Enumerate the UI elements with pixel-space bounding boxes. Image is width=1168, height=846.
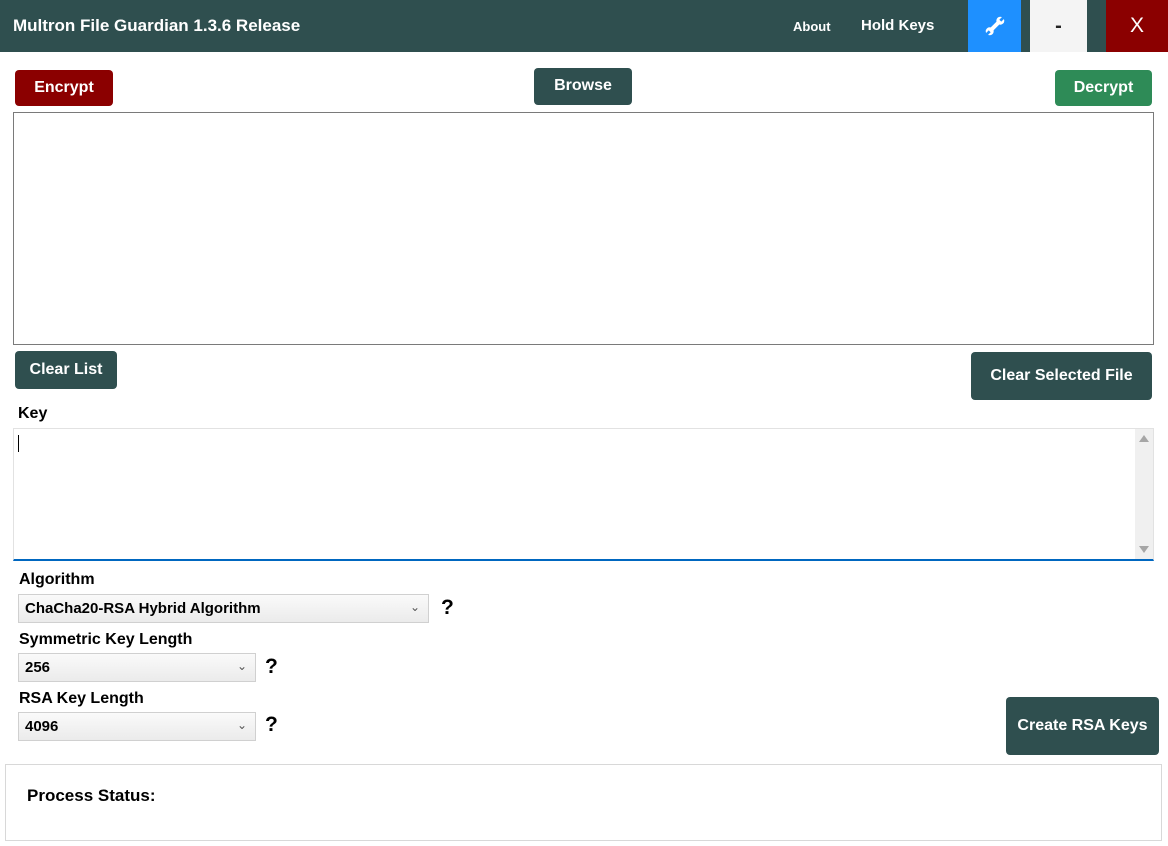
title-bar: Multron File Guardian 1.3.6 Release Abou… bbox=[0, 0, 1168, 52]
symmetric-key-help-icon[interactable]: ? bbox=[265, 655, 278, 679]
symmetric-key-length-label: Symmetric Key Length bbox=[19, 631, 193, 648]
process-status-label: Process Status: bbox=[27, 786, 156, 805]
encrypt-button[interactable]: Encrypt bbox=[15, 70, 113, 106]
algorithm-label: Algorithm bbox=[19, 571, 95, 588]
settings-button[interactable] bbox=[968, 0, 1021, 52]
about-link[interactable]: About bbox=[793, 19, 831, 34]
algorithm-selected-value: ChaCha20-RSA Hybrid Algorithm bbox=[25, 600, 261, 617]
file-list[interactable] bbox=[13, 112, 1154, 345]
create-rsa-keys-button[interactable]: Create RSA Keys bbox=[1006, 697, 1159, 755]
chevron-down-icon: ⌄ bbox=[236, 718, 247, 732]
app-title: Multron File Guardian 1.3.6 Release bbox=[13, 16, 301, 35]
chevron-down-icon: ⌄ bbox=[236, 659, 247, 673]
clear-list-button[interactable]: Clear List bbox=[15, 351, 117, 389]
rsa-key-length-select[interactable]: 4096 ⌄ bbox=[18, 712, 256, 741]
scroll-down-icon[interactable] bbox=[1139, 546, 1149, 553]
algorithm-help-icon[interactable]: ? bbox=[441, 596, 454, 620]
text-caret bbox=[18, 435, 19, 452]
rsa-key-length-label: RSA Key Length bbox=[19, 690, 144, 707]
key-input[interactable] bbox=[13, 428, 1154, 561]
browse-button[interactable]: Browse bbox=[534, 68, 632, 105]
key-label: Key bbox=[18, 405, 48, 422]
algorithm-select[interactable]: ChaCha20-RSA Hybrid Algorithm ⌄ bbox=[18, 594, 429, 623]
wrench-icon bbox=[985, 16, 1004, 36]
symmetric-key-length-value: 256 bbox=[25, 659, 51, 676]
hold-keys-link[interactable]: Hold Keys bbox=[861, 17, 934, 34]
scroll-up-icon[interactable] bbox=[1139, 435, 1149, 442]
process-status-panel: Process Status: bbox=[5, 764, 1162, 841]
decrypt-button[interactable]: Decrypt bbox=[1055, 70, 1152, 106]
rsa-key-length-value: 4096 bbox=[25, 718, 59, 735]
symmetric-key-length-select[interactable]: 256 ⌄ bbox=[18, 653, 256, 682]
minimize-button[interactable]: - bbox=[1030, 0, 1087, 52]
rsa-key-help-icon[interactable]: ? bbox=[265, 713, 278, 737]
close-button[interactable]: X bbox=[1106, 0, 1168, 52]
chevron-down-icon: ⌄ bbox=[409, 600, 420, 614]
clear-selected-file-button[interactable]: Clear Selected File bbox=[971, 352, 1152, 400]
key-scrollbar[interactable] bbox=[1135, 429, 1153, 559]
